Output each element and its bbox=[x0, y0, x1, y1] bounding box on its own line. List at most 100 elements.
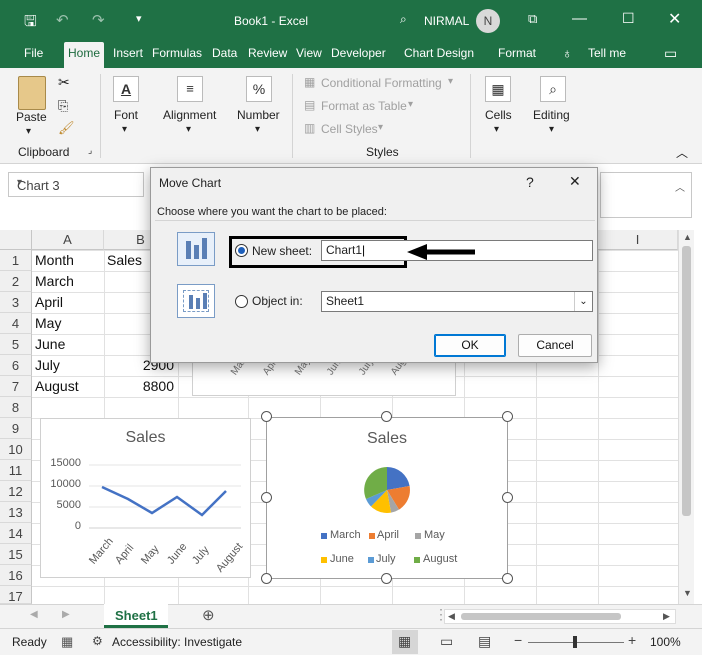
tell-me[interactable]: Tell me bbox=[588, 46, 626, 60]
row-header[interactable]: 11 bbox=[0, 460, 32, 481]
format-as-table-button[interactable]: Format as Table bbox=[321, 99, 407, 113]
resize-handle[interactable] bbox=[502, 411, 513, 422]
row-header[interactable]: 12 bbox=[0, 481, 32, 502]
tab-view[interactable]: View bbox=[296, 46, 322, 60]
cell-a6[interactable]: July bbox=[35, 355, 60, 376]
object-in-label[interactable]: Object in: bbox=[252, 294, 303, 308]
row-header[interactable]: 15 bbox=[0, 544, 32, 565]
new-sheet-label[interactable]: New sheet: bbox=[252, 244, 312, 258]
clipboard-launcher-icon[interactable]: ⌟ bbox=[88, 145, 92, 156]
row-header[interactable]: 3 bbox=[0, 292, 32, 313]
row-header[interactable]: 7 bbox=[0, 376, 32, 397]
cancel-button[interactable]: Cancel bbox=[518, 334, 592, 357]
number-icon[interactable]: % bbox=[246, 76, 272, 102]
cell-a7[interactable]: August bbox=[35, 376, 79, 397]
conditional-formatting-button[interactable]: Conditional Formatting bbox=[321, 76, 442, 90]
alignment-dropdown-icon[interactable]: ▾ bbox=[186, 124, 191, 135]
scroll-right-icon[interactable]: ▶ bbox=[663, 611, 670, 622]
tab-insert[interactable]: Insert bbox=[113, 46, 143, 60]
alignment-button[interactable]: Alignment bbox=[163, 108, 216, 122]
scroll-down-icon[interactable]: ▼ bbox=[683, 588, 692, 598]
row-header[interactable]: 6 bbox=[0, 355, 32, 376]
resize-handle[interactable] bbox=[261, 573, 272, 584]
conditional-formatting-icon[interactable]: ▦ bbox=[304, 75, 315, 89]
number-dropdown-icon[interactable]: ▾ bbox=[255, 124, 260, 135]
accessibility-icon[interactable]: ⚙ bbox=[92, 634, 103, 648]
paste-dropdown-icon[interactable]: ▾ bbox=[26, 126, 31, 137]
prev-sheet-icon[interactable]: ◀ bbox=[30, 609, 38, 620]
cut-icon[interactable]: ✂ bbox=[58, 74, 70, 91]
editing-search-icon[interactable]: ⌕ bbox=[540, 76, 566, 102]
tab-home[interactable]: Home bbox=[64, 42, 105, 68]
tab-format[interactable]: Format bbox=[498, 46, 536, 60]
accessibility-status[interactable]: Accessibility: Investigate bbox=[112, 635, 242, 649]
column-header-a[interactable]: A bbox=[32, 230, 104, 250]
zoom-in-icon[interactable]: + bbox=[628, 632, 636, 648]
resize-handle[interactable] bbox=[502, 492, 513, 503]
resize-handle[interactable] bbox=[502, 573, 513, 584]
new-sheet-radio[interactable] bbox=[235, 244, 248, 257]
row-header[interactable]: 17 bbox=[0, 586, 32, 604]
cells-icon[interactable]: ▦ bbox=[485, 76, 511, 102]
object-in-radio[interactable] bbox=[235, 295, 248, 308]
pie-chart[interactable]: Sales March April May June July August bbox=[266, 417, 508, 579]
next-sheet-icon[interactable]: ▶ bbox=[62, 609, 70, 620]
customize-toolbar-icon[interactable]: ▾ bbox=[136, 12, 142, 25]
row-header[interactable]: 1 bbox=[0, 250, 32, 271]
cell-styles-button[interactable]: Cell Styles bbox=[321, 122, 378, 136]
row-header[interactable]: 5 bbox=[0, 334, 32, 355]
macro-record-icon[interactable]: ▦ bbox=[61, 634, 73, 650]
cell-b1[interactable]: Sales bbox=[107, 250, 142, 271]
horizontal-scrollbar[interactable]: ◀ ▶ bbox=[444, 609, 676, 624]
font-icon[interactable]: A bbox=[113, 76, 139, 102]
line-chart[interactable]: Sales 15000 10000 5000 0 March April May… bbox=[40, 418, 251, 578]
conditional-formatting-dropdown-icon[interactable]: ▾ bbox=[448, 76, 453, 87]
cells-button[interactable]: Cells bbox=[485, 108, 512, 122]
format-painter-icon[interactable]: 🖌 bbox=[58, 120, 75, 136]
tab-review[interactable]: Review bbox=[248, 46, 287, 60]
cell-a3[interactable]: April bbox=[35, 292, 63, 313]
tab-file[interactable]: File bbox=[24, 46, 43, 60]
row-header[interactable]: 9 bbox=[0, 418, 32, 439]
tab-formulas[interactable]: Formulas bbox=[152, 46, 202, 60]
row-header[interactable]: 10 bbox=[0, 439, 32, 460]
redo-icon[interactable]: ↷ bbox=[92, 11, 105, 29]
row-header[interactable]: 16 bbox=[0, 565, 32, 586]
cell-a2[interactable]: March bbox=[35, 271, 74, 292]
tab-data[interactable]: Data bbox=[212, 46, 237, 60]
sheet-tab-sheet1[interactable]: Sheet1 bbox=[104, 604, 168, 628]
select-all-corner[interactable] bbox=[0, 230, 32, 250]
paste-icon[interactable] bbox=[18, 76, 46, 110]
search-icon[interactable]: ⌕ bbox=[400, 12, 407, 27]
format-as-table-dropdown-icon[interactable]: ▾ bbox=[408, 99, 413, 110]
undo-icon[interactable]: ↶ bbox=[56, 11, 69, 29]
zoom-out-icon[interactable]: − bbox=[514, 632, 522, 648]
cells-dropdown-icon[interactable]: ▾ bbox=[494, 124, 499, 135]
normal-view-button[interactable]: ▦ bbox=[392, 630, 418, 654]
avatar[interactable]: N bbox=[476, 9, 500, 33]
page-break-preview-icon[interactable]: ▤ bbox=[478, 633, 491, 650]
row-header[interactable]: 14 bbox=[0, 523, 32, 544]
resize-handle[interactable] bbox=[261, 492, 272, 503]
editing-button[interactable]: Editing bbox=[533, 108, 570, 122]
tab-developer[interactable]: Developer bbox=[331, 46, 386, 60]
formula-bar[interactable]: ︿ bbox=[600, 172, 692, 218]
add-sheet-icon[interactable]: ⊕ bbox=[202, 606, 215, 624]
resize-handle[interactable] bbox=[261, 411, 272, 422]
expand-formula-bar-icon[interactable]: ︿ bbox=[675, 179, 685, 194]
font-dropdown-icon[interactable]: ▾ bbox=[122, 124, 127, 135]
close-window-icon[interactable]: ✕ bbox=[668, 9, 681, 29]
cell-b7[interactable]: 8800 bbox=[104, 376, 174, 397]
cell-styles-icon[interactable]: ▥ bbox=[304, 121, 315, 135]
help-button[interactable]: ? bbox=[526, 174, 534, 190]
restore-icon[interactable]: ☐ bbox=[622, 10, 635, 27]
vertical-scrollbar[interactable]: ▲ ▼ bbox=[678, 230, 694, 604]
cell-a1[interactable]: Month bbox=[35, 250, 74, 271]
copy-icon[interactable]: ⎘ bbox=[58, 98, 68, 114]
editing-dropdown-icon[interactable]: ▾ bbox=[549, 124, 554, 135]
row-header[interactable]: 13 bbox=[0, 502, 32, 523]
tab-chart-design[interactable]: Chart Design bbox=[404, 46, 474, 60]
page-layout-icon[interactable]: ▭ bbox=[440, 633, 453, 650]
dialog-close-button[interactable]: ✕ bbox=[569, 173, 581, 190]
alignment-icon[interactable]: ≡ bbox=[177, 76, 203, 102]
